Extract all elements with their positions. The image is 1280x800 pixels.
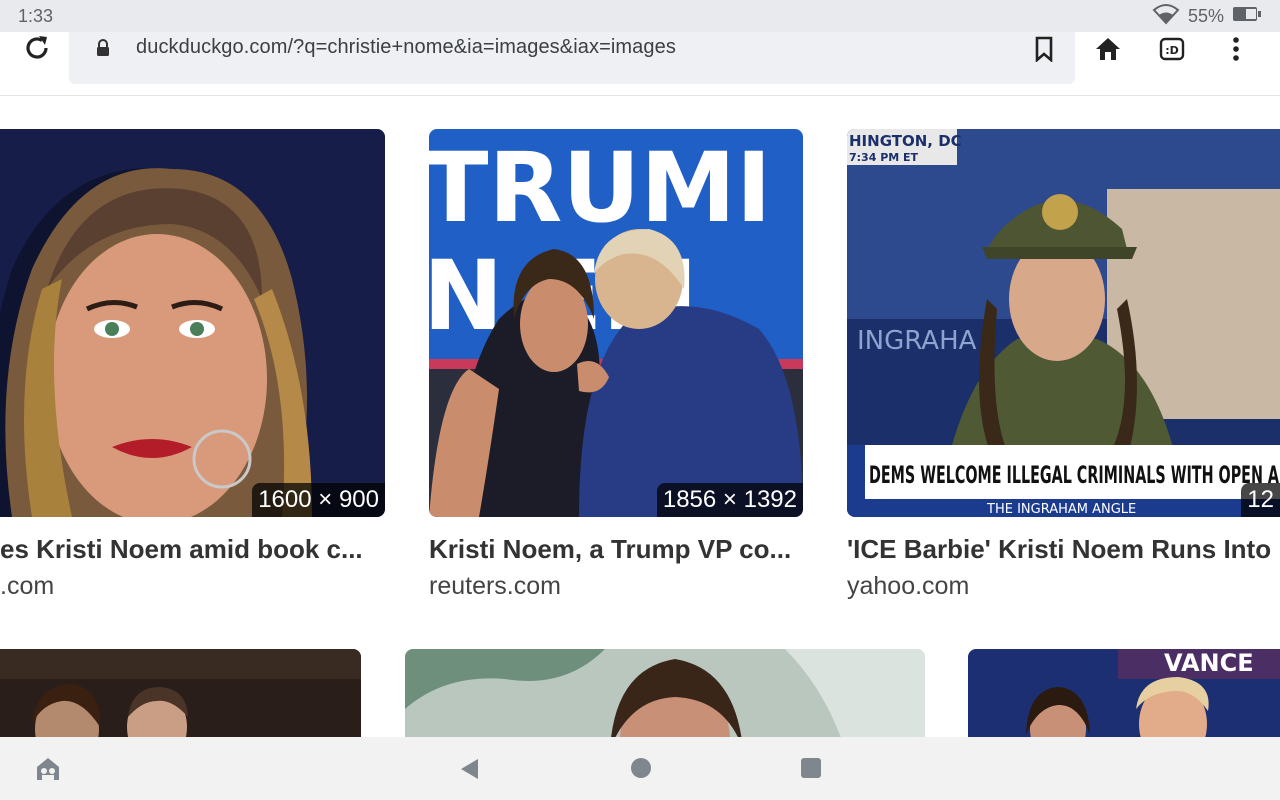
news-location: HINGTON, DC <box>849 132 962 150</box>
recents-icon[interactable] <box>800 757 822 784</box>
back-icon[interactable] <box>458 757 482 786</box>
bookmark-icon[interactable] <box>1028 34 1060 64</box>
lock-icon <box>95 38 111 63</box>
assistant-home-icon[interactable] <box>34 755 62 788</box>
image-result-card[interactable]: TRUMI N EM 1856 × 1392 Kristi Noem, a Tr… <box>429 97 804 607</box>
svg-text::D: :D <box>1165 44 1179 57</box>
result-domain: reuters.com <box>429 572 561 600</box>
image-dimensions: 1600 × 900 <box>252 483 385 517</box>
news-headline: DEMS WELCOME ILLEGAL CRIMINALS WITH OPEN… <box>869 461 1279 489</box>
status-icons: 55% <box>1152 3 1262 30</box>
reload-icon[interactable] <box>20 32 54 64</box>
more-menu-icon[interactable] <box>1220 34 1252 64</box>
image-dimensions: 12 <box>1241 483 1280 517</box>
image-result-card[interactable]: HINGTON, DC 7:34 PM ET INGRAHA DEMS WELC… <box>847 97 1280 607</box>
result-thumbnail[interactable] <box>0 649 361 737</box>
result-thumbnail[interactable]: 1600 × 900 <box>0 129 385 517</box>
result-title[interactable]: es Kristi Noem amid book c... <box>0 534 363 565</box>
wifi-icon <box>1152 3 1180 30</box>
vance-sign-text: VANCE <box>1164 649 1254 677</box>
address-bar[interactable]: duckduckgo.com/?q=christie+nome&ia=image… <box>69 32 1075 84</box>
home-icon[interactable] <box>1092 34 1124 64</box>
url-text: duckduckgo.com/?q=christie+nome&ia=image… <box>136 36 676 58</box>
result-thumbnail[interactable]: TRUMI N EM 1856 × 1392 <box>429 129 803 517</box>
tab-switcher-icon[interactable]: :D <box>1156 34 1188 64</box>
result-title[interactable]: 'ICE Barbie' Kristi Noem Runs Into <box>847 534 1271 565</box>
status-time: 1:33 <box>18 5 54 26</box>
image-dimensions: 1856 × 1392 <box>656 483 803 517</box>
battery-percent: 55% <box>1187 5 1224 26</box>
news-show: INGRAHA <box>857 326 977 356</box>
news-time: 7:34 PM ET <box>849 151 919 164</box>
home-button-icon[interactable] <box>630 757 652 784</box>
image-result-card[interactable]: 1600 × 900 es Kristi Noem amid book c...… <box>0 97 386 607</box>
result-thumbnail[interactable]: VANCE <box>968 649 1280 737</box>
news-brand: THE INGRAHAM ANGLE <box>986 502 1136 517</box>
result-thumbnail[interactable] <box>405 649 925 737</box>
status-bar: 1:33 55% <box>0 0 1280 32</box>
result-thumbnail[interactable]: HINGTON, DC 7:34 PM ET INGRAHA DEMS WELC… <box>847 129 1280 517</box>
result-title[interactable]: Kristi Noem, a Trump VP co... <box>429 534 791 565</box>
image-results: 1600 × 900 es Kristi Noem amid book c...… <box>0 97 1280 737</box>
result-domain: .com <box>0 572 55 600</box>
system-nav-bar <box>0 737 1280 800</box>
result-domain: yahoo.com <box>847 572 970 600</box>
browser-toolbar: duckduckgo.com/?q=christie+nome&ia=image… <box>0 32 1280 96</box>
battery-icon <box>1232 6 1262 27</box>
sign-text-top: TRUMI <box>429 132 772 244</box>
